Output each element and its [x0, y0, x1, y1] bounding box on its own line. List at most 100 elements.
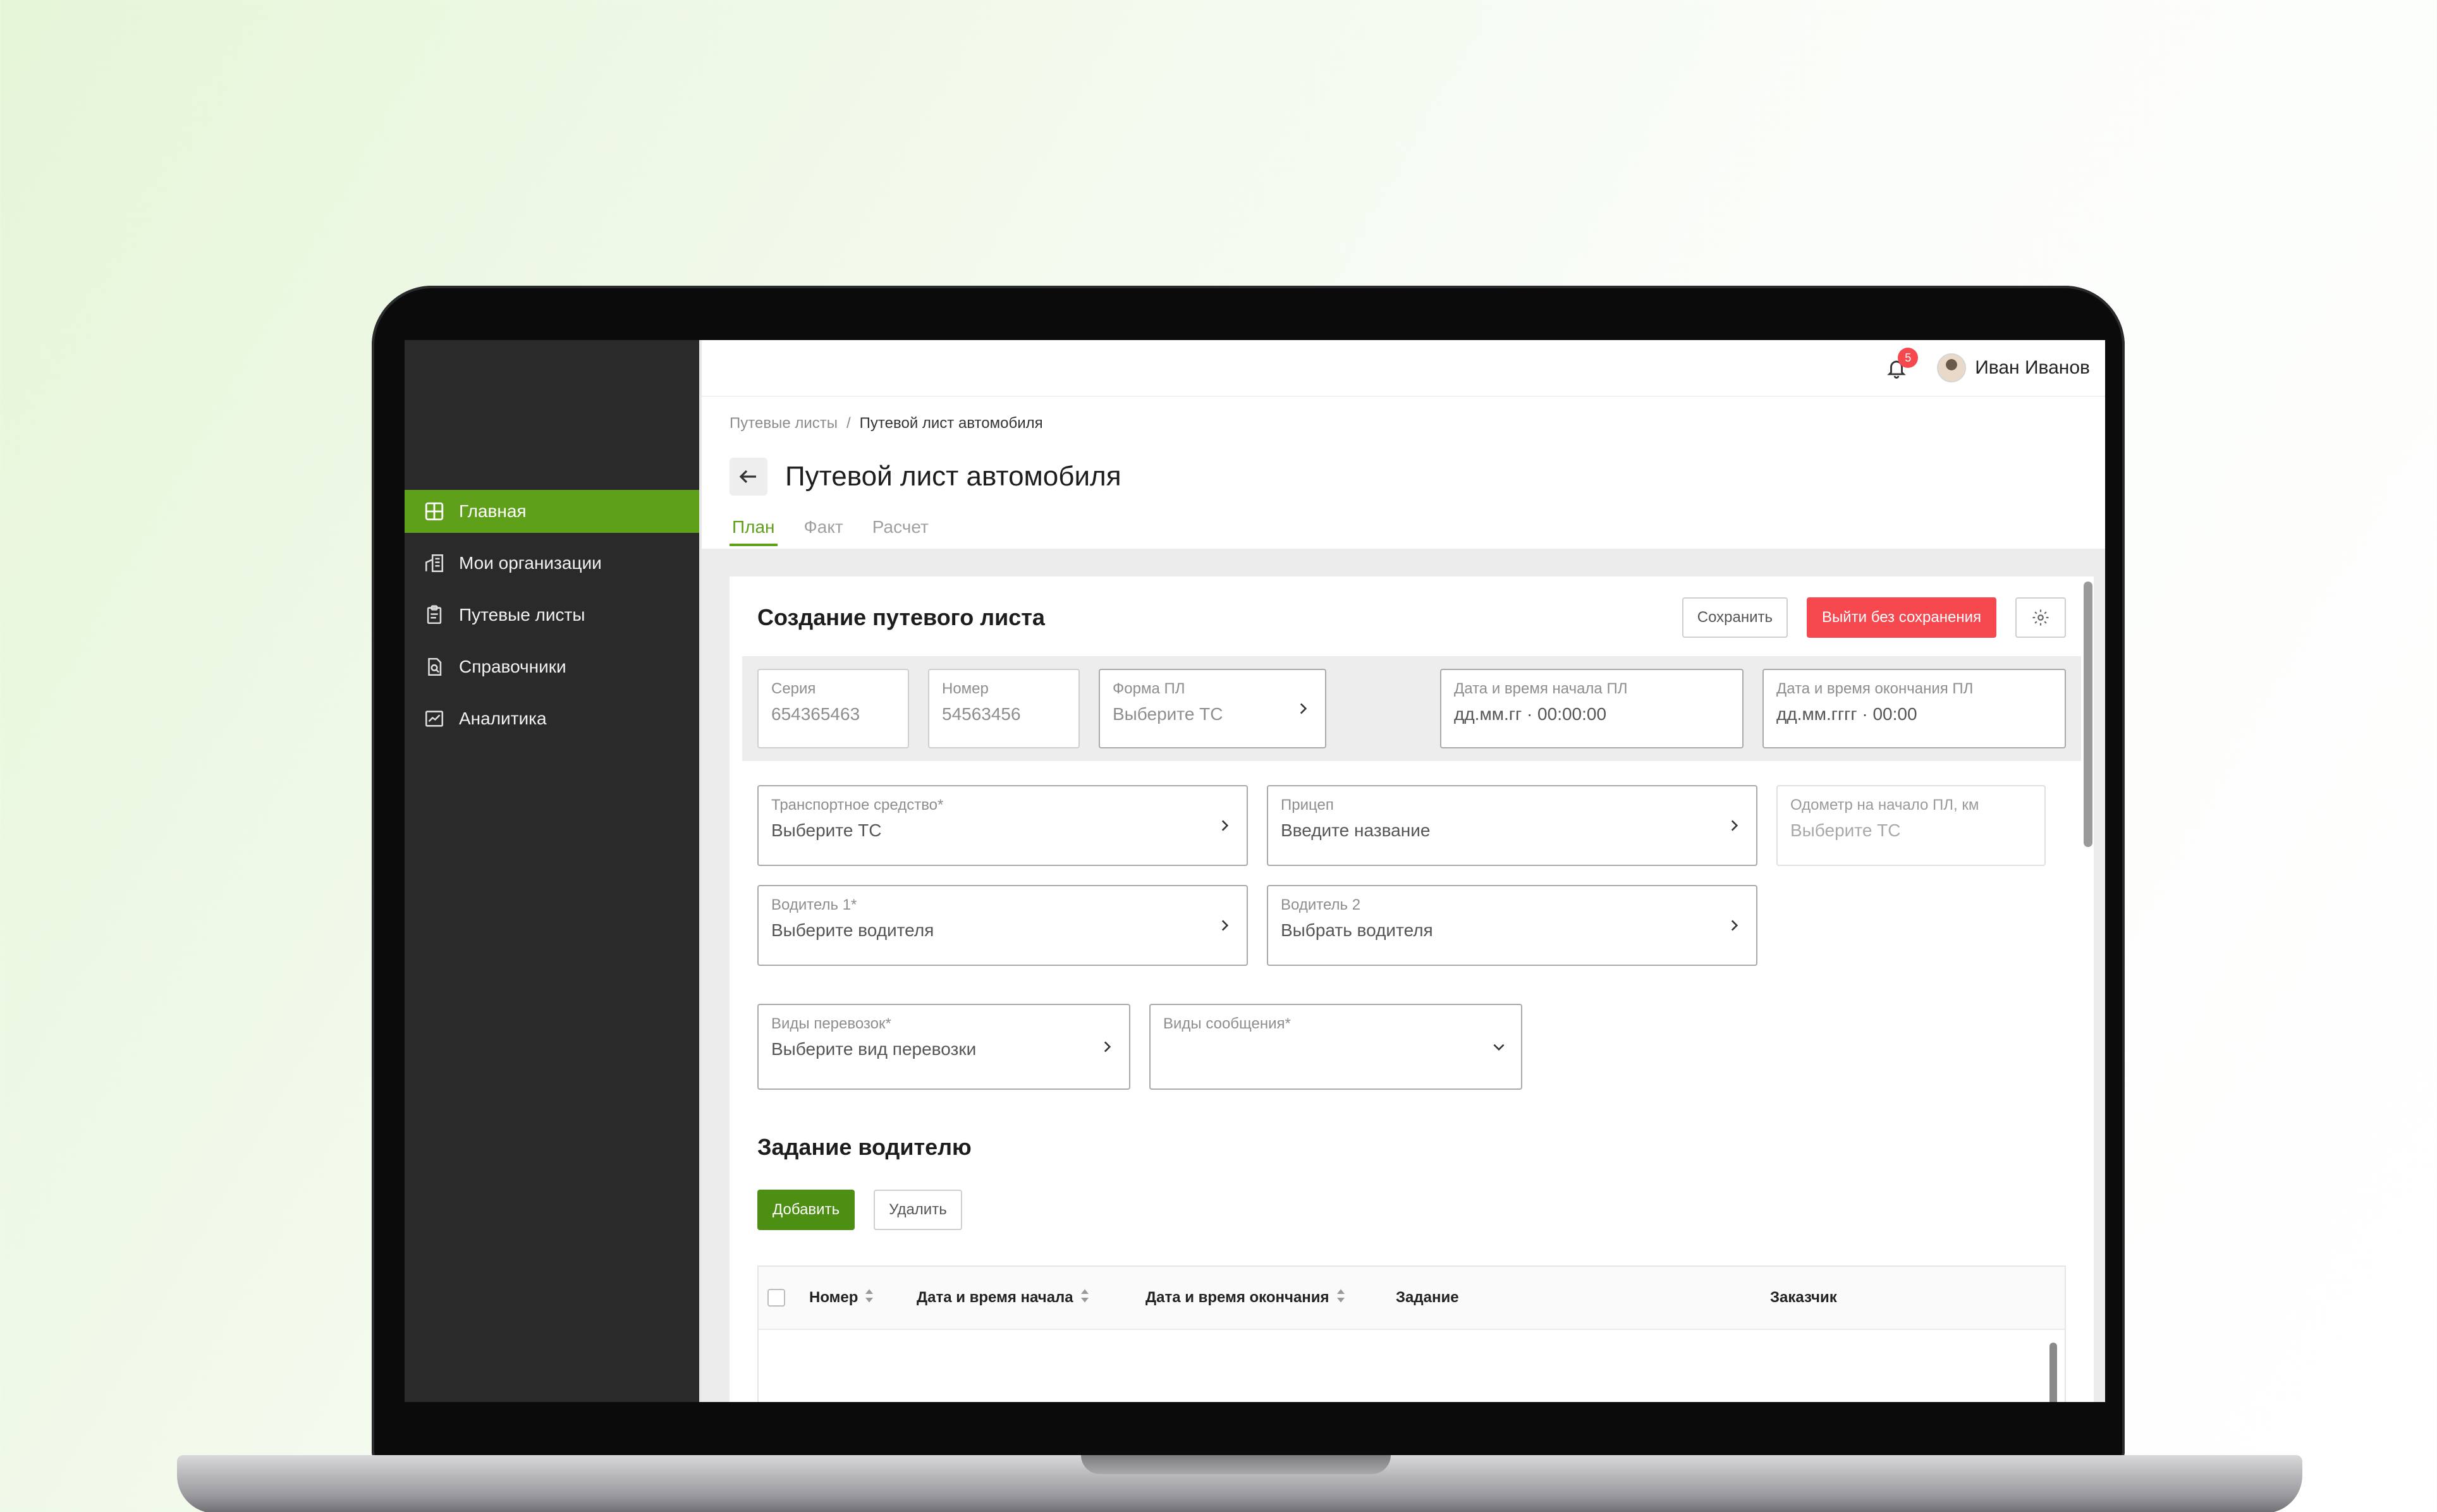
delete-task-button[interactable]: Удалить — [874, 1190, 962, 1230]
column-number[interactable]: Номер — [809, 1288, 917, 1308]
organization-icon — [424, 552, 445, 574]
series-label: Серия — [771, 680, 816, 697]
reference-book-icon — [424, 656, 445, 678]
start-datetime-field[interactable]: Дата и время начала ПЛ дд.мм.гг · 00:00:… — [1440, 669, 1744, 748]
chevron-right-icon — [1221, 920, 1229, 931]
page-header: Путевые листы / Путевой лист автомобиля … — [702, 397, 2105, 546]
tab-calculation[interactable]: Расчет — [870, 517, 931, 546]
series-field[interactable]: Серия 654365463 — [757, 669, 909, 748]
driver2-value: Выбрать водителя — [1281, 920, 1433, 940]
card-scrollbar[interactable] — [2084, 582, 2092, 847]
form-value: Выберите ТС — [1113, 704, 1223, 724]
chevron-right-icon — [1221, 820, 1229, 831]
column-task: Задание — [1396, 1289, 1770, 1307]
sort-icon — [864, 1288, 874, 1308]
column-label: Заказчик — [1770, 1289, 1837, 1306]
number-field[interactable]: Номер 54563456 — [928, 669, 1080, 748]
waybill-form-card: Создание путевого листа Сохранить Выйти … — [730, 576, 2094, 1402]
breadcrumb: Путевые листы / Путевой лист автомобиля — [730, 415, 2105, 432]
laptop-notch — [1081, 1455, 1391, 1474]
trailer-label: Прицеп — [1281, 796, 1334, 814]
sidebar-item-references[interactable]: Справочники — [405, 645, 699, 688]
form-select[interactable]: Форма ПЛ Выберите ТС — [1099, 669, 1326, 748]
page-title: Путевой лист автомобиля — [785, 461, 1121, 492]
message-type-dropdown[interactable]: Виды сообщения* — [1149, 1004, 1522, 1090]
end-datetime-label: Дата и время окончания ПЛ — [1776, 680, 1974, 697]
message-type-label: Виды сообщения* — [1163, 1015, 1291, 1032]
odometer-label: Одометр на начало ПЛ, км — [1790, 796, 1979, 814]
tab-plan[interactable]: План — [730, 517, 778, 546]
sidebar-item-label: Главная — [459, 501, 527, 521]
exit-without-saving-button[interactable]: Выйти без сохранения — [1807, 597, 1996, 638]
arrow-left-icon — [739, 470, 756, 484]
form-label: Форма ПЛ — [1113, 680, 1185, 697]
driver1-label: Водитель 1* — [771, 896, 857, 913]
column-customer: Заказчик — [1770, 1289, 1837, 1307]
sidebar-item-label: Мои организации — [459, 553, 602, 573]
task-table-header: Номер Дата и время начала Дата и время о… — [759, 1267, 2065, 1330]
chevron-right-icon — [1300, 703, 1307, 714]
header-fields-band: Серия 654365463 Номер 54563456 Форма ПЛ … — [742, 656, 2081, 761]
sidebar-item-analytics[interactable]: Аналитика — [405, 697, 699, 740]
content-area: Создание путевого листа Сохранить Выйти … — [702, 549, 2105, 1402]
sort-icon — [1336, 1288, 1346, 1308]
home-grid-icon — [424, 501, 445, 522]
series-value: 654365463 — [771, 704, 860, 724]
card-title: Создание путевого листа — [757, 604, 1045, 630]
settings-button[interactable] — [2015, 597, 2066, 638]
sidebar-item-home[interactable]: Главная — [405, 490, 699, 533]
task-table: Номер Дата и время начала Дата и время о… — [757, 1265, 2066, 1402]
end-datetime-value: дд.мм.гггг · 00:00 — [1776, 704, 1917, 724]
add-task-button[interactable]: Добавить — [757, 1190, 855, 1230]
table-scrollbar[interactable] — [2049, 1343, 2057, 1402]
end-datetime-field[interactable]: Дата и время окончания ПЛ дд.мм.гггг · 0… — [1762, 669, 2066, 748]
start-datetime-label: Дата и время начала ПЛ — [1454, 680, 1628, 697]
back-button[interactable] — [730, 458, 767, 496]
vehicle-select[interactable]: Транспортное средство* Выберите ТС — [757, 785, 1248, 866]
sort-icon — [1080, 1288, 1090, 1308]
number-label: Номер — [942, 680, 989, 697]
odometer-field[interactable]: Одометр на начало ПЛ, км Выберите ТС — [1776, 785, 2046, 866]
save-button[interactable]: Сохранить — [1682, 597, 1788, 638]
chevron-right-icon — [1731, 820, 1738, 831]
column-label: Номер — [809, 1289, 858, 1306]
sidebar-item-label: Справочники — [459, 657, 566, 676]
sidebar: Главная Мои организации Путевые листы Сп… — [405, 340, 702, 1402]
column-label: Дата и время окончания — [1145, 1289, 1329, 1306]
breadcrumb-separator: / — [846, 415, 851, 432]
driver1-select[interactable]: Водитель 1* Выберите водителя — [757, 885, 1248, 966]
notifications-button[interactable]: 5 — [1884, 348, 1919, 381]
column-end[interactable]: Дата и время окончания — [1145, 1288, 1396, 1308]
vehicle-value: Выберите ТС — [771, 820, 882, 840]
column-label: Дата и время начала — [917, 1289, 1073, 1306]
odometer-value: Выберите ТС — [1790, 820, 1901, 840]
clipboard-icon — [424, 604, 445, 626]
task-section-title: Задание водителю — [757, 1134, 972, 1160]
tabs: План Факт Расчет — [730, 517, 2105, 546]
transport-type-select[interactable]: Виды перевозок* Выберите вид перевозки — [757, 1004, 1130, 1090]
sidebar-item-organizations[interactable]: Мои организации — [405, 542, 699, 585]
sidebar-item-label: Аналитика — [459, 709, 547, 728]
select-all-checkbox[interactable] — [767, 1289, 785, 1307]
tab-fact[interactable]: Факт — [802, 517, 846, 546]
sidebar-item-label: Путевые листы — [459, 605, 585, 625]
trailer-select[interactable]: Прицеп Введите название — [1267, 785, 1757, 866]
start-datetime-value: дд.мм.гг · 00:00:00 — [1454, 704, 1607, 724]
user-menu[interactable]: Иван Иванов — [1937, 353, 2090, 382]
chevron-down-icon — [1493, 1044, 1505, 1051]
column-label: Задание — [1396, 1289, 1459, 1306]
driver2-select[interactable]: Водитель 2 Выбрать водителя — [1267, 885, 1757, 966]
number-value: 54563456 — [942, 704, 1021, 724]
breadcrumb-current: Путевой лист автомобиля — [859, 415, 1043, 432]
transport-type-value: Выберите вид перевозки — [771, 1039, 977, 1059]
breadcrumb-parent[interactable]: Путевые листы — [730, 415, 838, 432]
user-name: Иван Иванов — [1975, 357, 2090, 378]
screen: Главная Мои организации Путевые листы Сп… — [405, 340, 2105, 1402]
column-start[interactable]: Дата и время начала — [917, 1288, 1145, 1308]
vehicle-label: Транспортное средство* — [771, 796, 944, 814]
main-area: 5 Иван Иванов Путевые листы / Путевой ли… — [702, 340, 2105, 1402]
trailer-value: Введите название — [1281, 820, 1431, 840]
chevron-right-icon — [1104, 1041, 1111, 1052]
topbar: 5 Иван Иванов — [702, 340, 2105, 397]
sidebar-item-waybills[interactable]: Путевые листы — [405, 594, 699, 637]
